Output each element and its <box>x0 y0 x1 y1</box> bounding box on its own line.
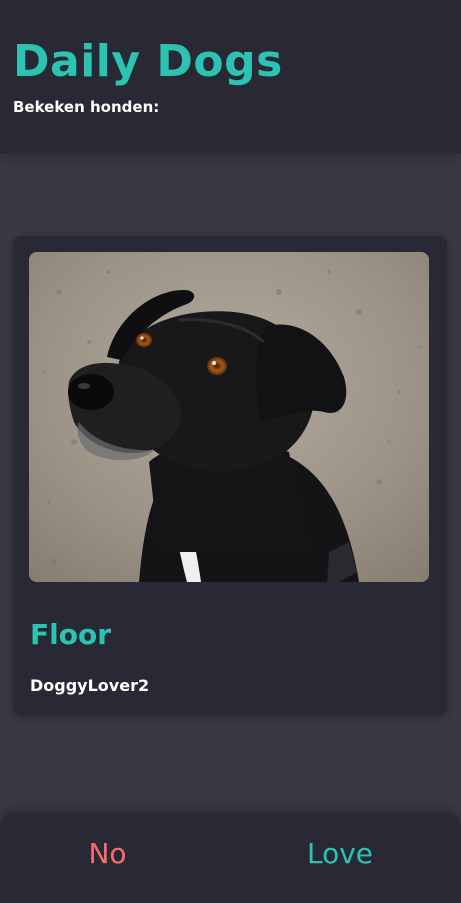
love-button[interactable]: Love <box>290 831 390 877</box>
viewed-dogs-label: Bekeken honden: <box>13 98 160 116</box>
dog-name: Floor <box>30 618 112 651</box>
dog-card: Floor DoggyLover2 <box>13 236 447 715</box>
no-button[interactable]: No <box>60 831 155 877</box>
viewed-dogs-counter: Bekeken honden: <box>13 97 163 117</box>
app-header: Daily Dogs Bekeken honden: <box>0 0 461 153</box>
dog-photo-image <box>29 252 429 582</box>
dog-photo <box>29 252 429 582</box>
action-bar: No Love <box>0 813 461 903</box>
owner-username: DoggyLover2 <box>30 676 150 695</box>
app-title: Daily Dogs <box>13 36 283 87</box>
